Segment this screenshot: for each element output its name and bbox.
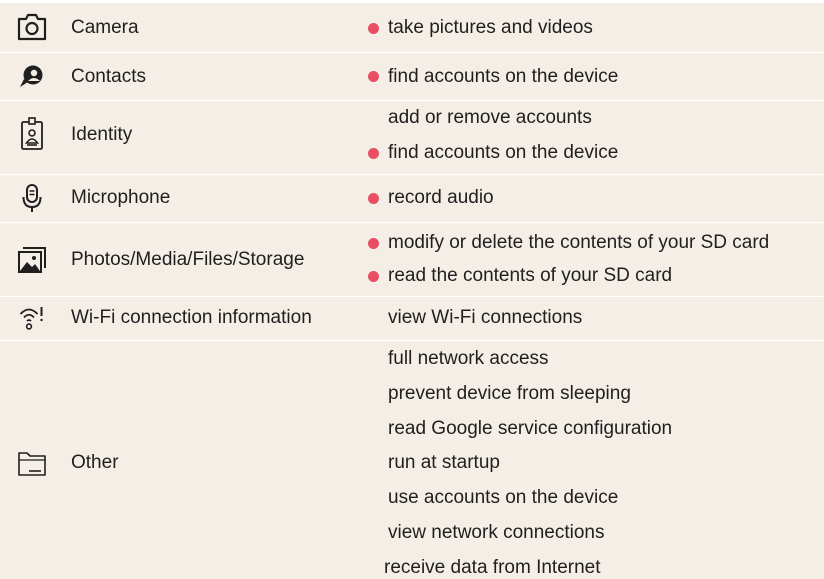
permission-item: view Wi-Fi connections xyxy=(388,307,583,328)
folder-icon xyxy=(15,447,49,481)
permission-name-contacts: Contacts xyxy=(71,66,146,87)
permission-name-other: Other xyxy=(71,452,119,473)
permission-name-photos-media-files-storage: Photos/Media/Files/Storage xyxy=(71,249,305,270)
row-divider xyxy=(0,52,824,53)
permission-item: read the contents of your SD card xyxy=(388,265,673,286)
flagged-dot xyxy=(368,271,379,282)
permission-item: prevent device from sleeping xyxy=(388,383,631,404)
permission-item: add or remove accounts xyxy=(388,107,592,128)
permission-name-identity: Identity xyxy=(71,124,133,145)
row-divider xyxy=(0,340,824,341)
contacts-icon xyxy=(15,59,49,93)
permission-item: view network connections xyxy=(388,522,605,543)
permission-name-wifi: Wi-Fi connection information xyxy=(71,307,312,328)
flagged-dot xyxy=(368,148,379,159)
permission-item: find accounts on the device xyxy=(388,66,619,87)
flagged-dot xyxy=(368,23,379,34)
permission-item: record audio xyxy=(388,187,494,208)
photos-icon xyxy=(15,243,49,277)
top-divider xyxy=(0,0,824,3)
wifi-icon xyxy=(15,300,49,334)
permission-item: modify or delete the contents of your SD… xyxy=(388,232,770,253)
flagged-dot xyxy=(368,193,379,204)
permission-item: take pictures and videos xyxy=(388,17,593,38)
permission-item: read Google service configuration xyxy=(388,418,673,439)
identity-badge-icon xyxy=(15,117,49,151)
permission-item: find accounts on the device xyxy=(388,142,619,163)
permission-name-camera: Camera xyxy=(71,17,139,38)
row-divider xyxy=(0,174,824,175)
permission-item: run at startup xyxy=(388,452,500,473)
flagged-dot xyxy=(368,71,379,82)
permission-item: receive data from Internet xyxy=(384,557,601,578)
permission-item: use accounts on the device xyxy=(388,487,619,508)
flagged-dot xyxy=(368,238,379,249)
row-divider xyxy=(0,296,824,297)
row-divider xyxy=(0,222,824,223)
row-divider xyxy=(0,100,824,101)
permission-item: full network access xyxy=(388,348,549,369)
permission-name-microphone: Microphone xyxy=(71,187,171,208)
camera-icon xyxy=(15,10,49,44)
microphone-icon xyxy=(15,181,49,215)
